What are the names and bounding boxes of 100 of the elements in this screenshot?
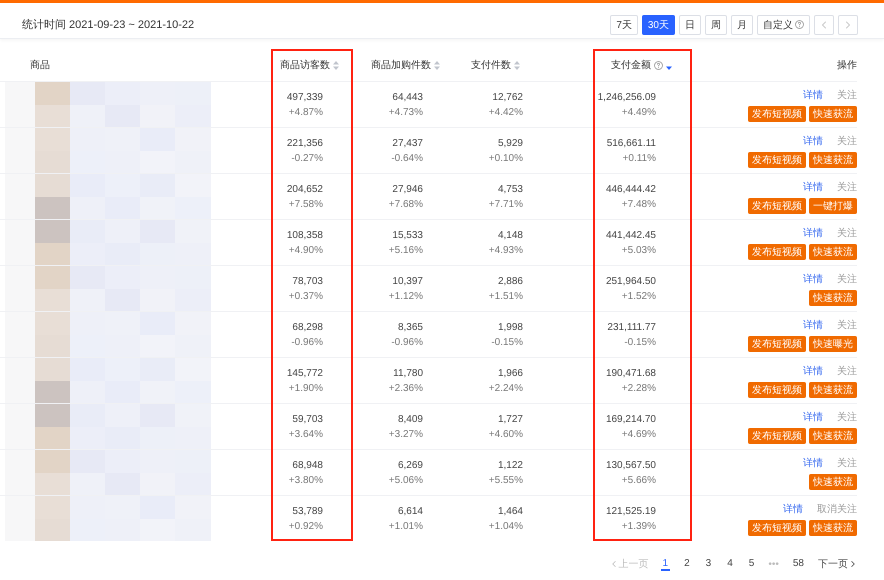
metric-value: 59,703 bbox=[292, 414, 323, 424]
change-percent: +1.01% bbox=[388, 520, 423, 532]
follow-link[interactable]: 关注 bbox=[837, 180, 857, 194]
page-link[interactable]: 2 bbox=[682, 558, 692, 570]
action-button[interactable]: 快速获流 bbox=[809, 244, 857, 260]
change-percent: +3.80% bbox=[288, 474, 323, 486]
change-percent: +4.60% bbox=[488, 428, 523, 440]
page-link-label: 下一页 bbox=[818, 558, 848, 571]
metric-value: 204,652 bbox=[286, 184, 323, 194]
metric-value: 27,437 bbox=[392, 138, 423, 148]
details-link[interactable]: 详情 bbox=[803, 456, 823, 470]
follow-link[interactable]: 关注 bbox=[837, 88, 857, 102]
next-page-link[interactable]: 下一页 bbox=[818, 557, 858, 571]
action-button[interactable]: 发布短视频 bbox=[748, 428, 806, 444]
details-link[interactable]: 详情 bbox=[803, 410, 823, 424]
metric-value: 221,356 bbox=[286, 138, 323, 148]
metric-value: 1,122 bbox=[498, 460, 523, 470]
follow-link[interactable]: 关注 bbox=[837, 410, 857, 424]
action-button[interactable]: 快速获流 bbox=[809, 428, 857, 444]
follow-link[interactable]: 取消关注 bbox=[817, 502, 857, 516]
metric-value: 12,762 bbox=[492, 92, 523, 102]
change-percent: -0.15% bbox=[624, 336, 656, 348]
follow-link[interactable]: 关注 bbox=[837, 226, 857, 240]
change-percent: +1.52% bbox=[622, 290, 656, 302]
page-link[interactable]: 3 bbox=[704, 558, 714, 570]
change-percent: +3.64% bbox=[288, 428, 323, 440]
page-link[interactable]: 5 bbox=[746, 558, 756, 570]
metric-value: 6,269 bbox=[398, 460, 423, 470]
range-button[interactable]: 月 bbox=[731, 14, 753, 34]
range-button[interactable]: 日 bbox=[679, 14, 701, 34]
change-percent: +4.90% bbox=[288, 244, 323, 256]
action-button[interactable]: 发布短视频 bbox=[748, 336, 806, 352]
follow-link[interactable]: 关注 bbox=[837, 318, 857, 332]
metric-value: 231,111.77 bbox=[607, 322, 656, 332]
metric-value: 15,533 bbox=[392, 230, 423, 240]
action-button[interactable]: 快速获流 bbox=[809, 382, 857, 398]
page-link[interactable]: 58 bbox=[790, 558, 806, 570]
metric-value: 8,409 bbox=[398, 414, 423, 424]
action-button[interactable]: 发布短视频 bbox=[748, 198, 806, 214]
column-header: 支付件数 bbox=[471, 58, 511, 72]
column-header: 商品加购件数 bbox=[371, 58, 431, 72]
metric-value: 6,614 bbox=[398, 506, 423, 516]
action-button[interactable]: 发布短视频 bbox=[748, 382, 806, 398]
range-button[interactable]: 自定义 bbox=[757, 14, 810, 34]
change-percent: +0.10% bbox=[488, 152, 523, 164]
action-button[interactable]: 快速获流 bbox=[809, 152, 857, 168]
metric-value: 516,661.11 bbox=[606, 138, 656, 148]
details-link[interactable]: 详情 bbox=[803, 180, 823, 194]
range-button[interactable]: 周 bbox=[705, 14, 727, 34]
metric-value: 1,246,256.09 bbox=[598, 92, 656, 102]
range-button[interactable]: 7天 bbox=[610, 14, 638, 34]
action-button[interactable]: 一键打爆 bbox=[809, 198, 857, 214]
metric-value: 8,365 bbox=[398, 322, 423, 332]
details-link[interactable]: 详情 bbox=[803, 134, 823, 148]
change-percent: +5.66% bbox=[622, 474, 656, 486]
metric-value: 169,214.70 bbox=[606, 414, 656, 424]
change-percent: +3.27% bbox=[388, 428, 423, 440]
page-link-label: 上一页 bbox=[618, 558, 649, 571]
action-button[interactable]: 快速获流 bbox=[809, 474, 857, 490]
metric-value: 497,339 bbox=[286, 92, 323, 102]
info-icon bbox=[795, 20, 804, 29]
follow-link[interactable]: 关注 bbox=[837, 364, 857, 378]
action-button[interactable]: 快速获流 bbox=[809, 106, 857, 122]
change-percent: +1.12% bbox=[388, 290, 423, 302]
page-link[interactable]: 4 bbox=[725, 558, 735, 570]
action-button[interactable]: 快速获流 bbox=[809, 290, 857, 306]
action-button[interactable]: 发布短视频 bbox=[748, 520, 806, 536]
metric-value: 53,789 bbox=[292, 506, 323, 516]
change-percent: +7.71% bbox=[488, 198, 523, 210]
change-percent: +2.24% bbox=[488, 382, 523, 394]
change-percent: +0.37% bbox=[288, 290, 323, 302]
change-percent: +4.49% bbox=[622, 106, 656, 118]
change-percent: -0.64% bbox=[391, 152, 423, 164]
action-button[interactable]: 发布短视频 bbox=[748, 106, 806, 122]
details-link[interactable]: 详情 bbox=[803, 364, 823, 378]
change-percent: -0.27% bbox=[291, 152, 323, 164]
action-button[interactable]: 发布短视频 bbox=[748, 244, 806, 260]
sort-icon[interactable] bbox=[434, 60, 440, 70]
details-link[interactable]: 详情 bbox=[803, 88, 823, 102]
follow-link[interactable]: 关注 bbox=[837, 134, 857, 148]
action-button[interactable]: 快速获流 bbox=[809, 520, 857, 536]
change-percent: +0.92% bbox=[288, 520, 323, 532]
details-link[interactable]: 详情 bbox=[783, 502, 803, 516]
details-link[interactable]: 详情 bbox=[803, 226, 823, 240]
page-link[interactable]: 1 bbox=[660, 558, 670, 570]
sort-icon[interactable] bbox=[333, 60, 339, 70]
change-percent: +4.69% bbox=[622, 428, 656, 440]
follow-link[interactable]: 关注 bbox=[837, 456, 857, 470]
change-percent: +4.87% bbox=[288, 106, 323, 118]
action-button[interactable]: 快速曝光 bbox=[809, 336, 857, 352]
metric-value: 446,444.42 bbox=[606, 184, 656, 194]
details-link[interactable]: 详情 bbox=[803, 318, 823, 332]
metric-value: 1,464 bbox=[498, 506, 523, 516]
sort-icon[interactable] bbox=[514, 60, 520, 70]
range-button[interactable]: 30天 bbox=[642, 14, 675, 34]
details-link[interactable]: 详情 bbox=[803, 272, 823, 286]
action-button[interactable]: 发布短视频 bbox=[748, 152, 806, 168]
change-percent: +1.04% bbox=[488, 520, 523, 532]
follow-link[interactable]: 关注 bbox=[837, 272, 857, 286]
metric-value: 64,443 bbox=[392, 92, 423, 102]
